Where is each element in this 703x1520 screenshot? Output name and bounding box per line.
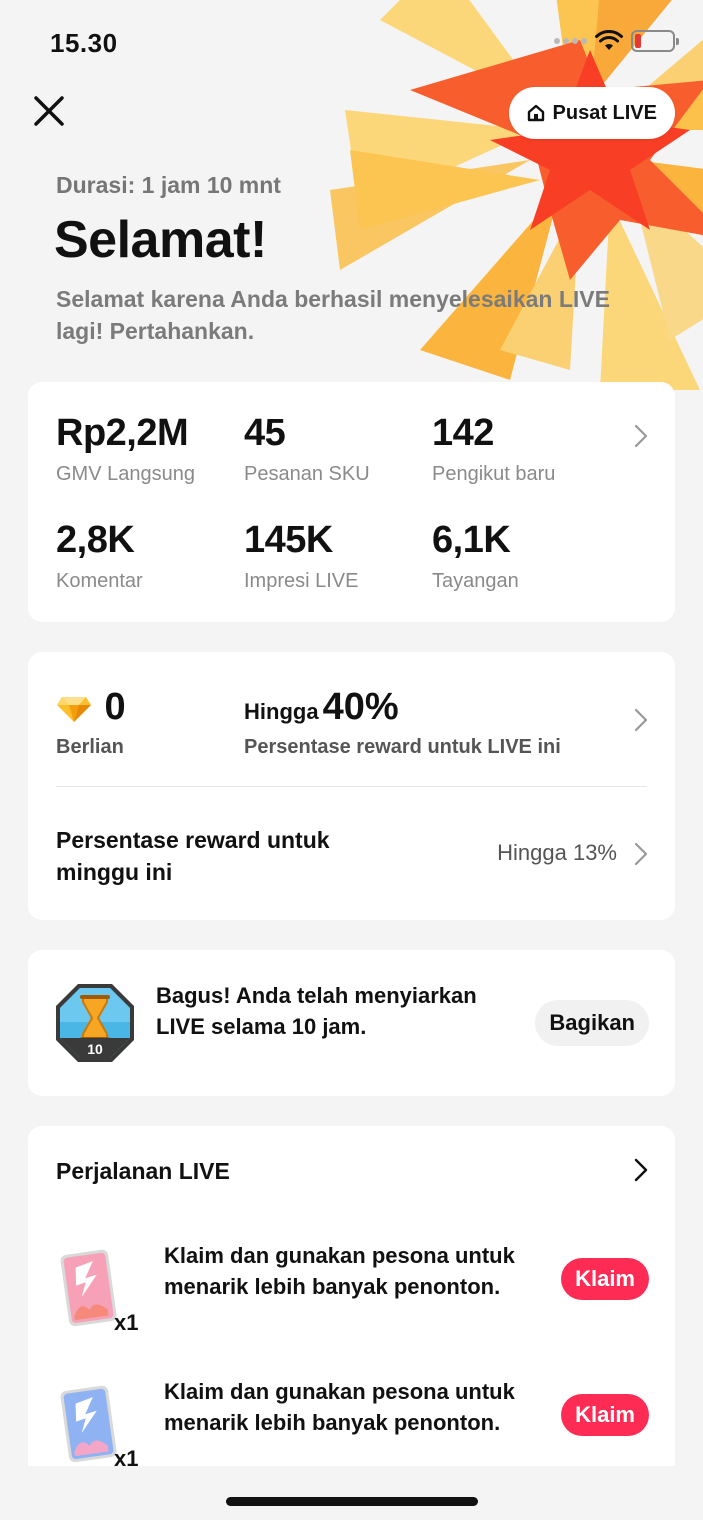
chevron-right-icon[interactable]: [634, 1158, 648, 1182]
stat-value: 142: [432, 412, 494, 454]
rewards-card[interactable]: 0 Berlian Hingga 40% Persentase reward un…: [28, 652, 675, 920]
claim-button[interactable]: Klaim: [561, 1394, 649, 1436]
live-journey-card: Perjalanan LIVE x1 Klaim dan gunakan pes…: [28, 1126, 675, 1466]
stat-value: 45: [244, 412, 286, 454]
chevron-right-icon[interactable]: [634, 424, 648, 448]
close-button[interactable]: [30, 92, 68, 130]
stat-label: Pesanan SKU: [244, 463, 370, 485]
task-quantity: x1: [114, 1446, 138, 1466]
live-reward-label: Persentase reward untuk LIVE ini: [244, 736, 561, 758]
home-icon: [527, 104, 544, 122]
diamonds-value: 0: [104, 686, 126, 728]
live-reward-value-row: Hingga 40%: [244, 686, 399, 729]
wifi-icon: [595, 30, 623, 50]
hingga-prefix: Hingga: [244, 699, 319, 724]
badge-number: 10: [87, 1041, 103, 1057]
stat-value: 2,8K: [56, 519, 135, 561]
status-icons: [554, 30, 679, 52]
stats-card[interactable]: Rp2,2M GMV Langsung 45 Pesanan SKU 142 P…: [28, 382, 675, 622]
stat-impressions: 145K Impresi LIVE: [244, 519, 358, 593]
achievement-text: Bagus! Anda telah menyiarkan LIVE selama…: [156, 983, 477, 1039]
stat-new-followers: 142 Pengikut baru: [432, 412, 555, 486]
stat-label: Pengikut baru: [432, 463, 556, 485]
journey-task: x1 Klaim dan gunakan pesona untuk menari…: [28, 1240, 675, 1340]
live-duration: Durasi: 1 jam 10 mnt: [56, 172, 281, 198]
divider: [56, 786, 647, 787]
achievement-card: 10 Bagus! Anda telah menyiarkan LIVE sel…: [28, 950, 675, 1096]
home-indicator[interactable]: [226, 1497, 478, 1506]
stat-gmv: Rp2,2M GMV Langsung: [56, 412, 195, 486]
chevron-right-icon[interactable]: [634, 708, 648, 732]
page-subtitle: Selamat karena Anda berhasil menyelesaik…: [56, 286, 610, 344]
pusat-live-label: Pusat LIVE: [552, 101, 657, 124]
battery-icon: [631, 30, 679, 52]
page-title: Selamat!: [54, 211, 267, 269]
stat-comments: 2,8K Komentar: [56, 519, 143, 593]
diamond-icon: [57, 696, 91, 722]
status-bar: 15.30: [0, 0, 703, 80]
task-text: Klaim dan gunakan pesona untuk menarik l…: [164, 1243, 515, 1299]
charm-card-icon: x1: [60, 1385, 138, 1466]
diamonds-value-row: 0: [56, 686, 126, 729]
task-text: Klaim dan gunakan pesona untuk menarik l…: [164, 1379, 515, 1435]
charm-card-icon: x1: [60, 1249, 138, 1334]
chevron-right-icon[interactable]: [634, 842, 648, 866]
stat-label: Impresi LIVE: [244, 570, 359, 592]
stat-label: Tayangan: [432, 570, 519, 592]
journey-title: Perjalanan LIVE: [56, 1158, 230, 1184]
close-icon: [34, 96, 64, 126]
diamonds-label: Berlian: [56, 736, 124, 758]
hourglass-badge-icon: 10: [56, 984, 134, 1062]
journey-task: x1 Klaim dan gunakan pesona untuk menari…: [28, 1376, 675, 1466]
task-quantity: x1: [114, 1310, 138, 1334]
share-button[interactable]: Bagikan: [535, 1000, 649, 1046]
pusat-live-button[interactable]: Pusat LIVE: [508, 87, 675, 139]
stat-label: Komentar: [56, 570, 143, 592]
stat-value: Rp2,2M: [56, 412, 189, 454]
stat-value: 6,1K: [432, 519, 511, 561]
stat-sku-orders: 45 Pesanan SKU: [244, 412, 370, 486]
status-time: 15.30: [50, 28, 118, 58]
signal-icon: [554, 38, 587, 44]
weekly-reward-value[interactable]: Hingga 13%: [497, 840, 617, 866]
claim-button[interactable]: Klaim: [561, 1258, 649, 1300]
live-reward-percent: 40%: [322, 686, 399, 728]
stat-value: 145K: [244, 519, 333, 561]
stat-views: 6,1K Tayangan: [432, 519, 519, 593]
stat-label: GMV Langsung: [56, 463, 195, 485]
weekly-reward-label: Persentase reward untuk minggu ini: [56, 827, 330, 885]
